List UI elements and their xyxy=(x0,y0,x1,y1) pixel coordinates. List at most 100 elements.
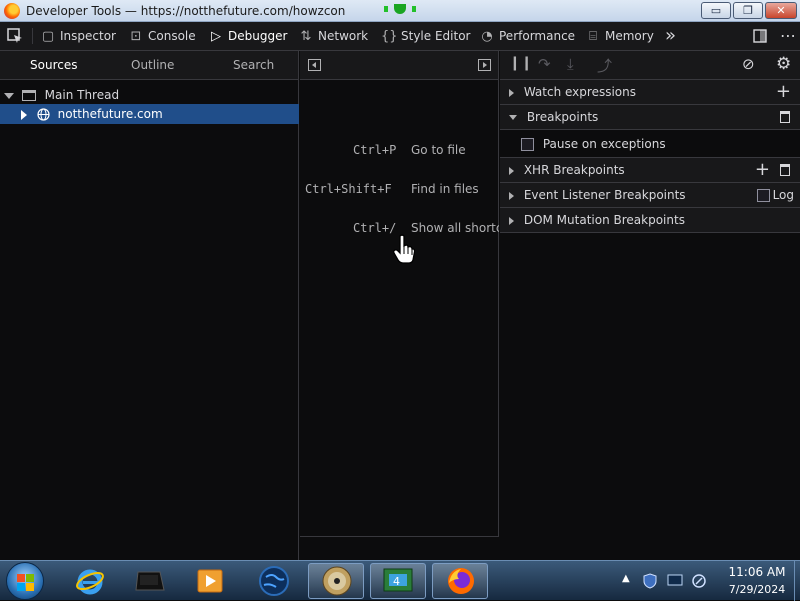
minimize-button[interactable]: ▭ xyxy=(701,2,731,19)
windows-logo-icon xyxy=(17,574,25,582)
tab-search[interactable]: Search xyxy=(233,51,274,79)
security-shield-icon[interactable] xyxy=(642,573,658,589)
tab-debugger[interactable]: ▷ Debugger xyxy=(208,22,287,50)
svg-text:4: 4 xyxy=(393,575,400,588)
disable-breakpoints-icon[interactable]: ⊘ xyxy=(742,55,755,73)
chevron-double-right-icon: » xyxy=(665,25,677,46)
step-over-icon[interactable]: ↷ xyxy=(538,55,551,73)
taskbar-firefox[interactable] xyxy=(432,563,488,599)
add-icon[interactable]: + xyxy=(755,158,770,182)
log-checkbox[interactable] xyxy=(757,189,770,202)
tab-outline[interactable]: Outline xyxy=(131,51,174,79)
sources-panel: Sources Outline Search Main Thread notth… xyxy=(0,51,299,560)
settings-gear-icon[interactable]: ⚙ xyxy=(776,54,791,74)
dvd-icon xyxy=(322,566,352,596)
taskbar-task-app[interactable]: 4 xyxy=(370,563,426,599)
tab-network[interactable]: ⇅ Network xyxy=(298,22,369,50)
event-listener-breakpoints-header[interactable]: Event Listener Breakpoints Log xyxy=(500,183,800,208)
task-app-icon: 4 xyxy=(383,568,413,592)
firefox-icon xyxy=(448,568,474,594)
tree-item-domain[interactable]: notthefuture.com xyxy=(0,104,299,124)
clock-date[interactable]: 7/29/2024 xyxy=(722,583,792,596)
element-picker-button[interactable] xyxy=(6,22,28,50)
tab-style-editor[interactable]: {} Style Editor xyxy=(381,22,470,50)
memory-icon: ⌸ xyxy=(589,29,597,44)
inspector-icon: ▢ xyxy=(41,29,55,44)
taskbar-media-device[interactable] xyxy=(122,563,178,599)
close-button[interactable]: ✕ xyxy=(765,2,797,19)
system-tray: ▲ 11:06 AM 7/29/2024 xyxy=(618,561,800,601)
taskbar-media-center[interactable] xyxy=(182,563,238,599)
step-in-icon[interactable]: ⤓ xyxy=(567,55,574,73)
tree-item-label: notthefuture.com xyxy=(57,107,163,121)
collapse-arrow-icon xyxy=(509,115,517,120)
dock-icon xyxy=(753,29,767,43)
windows-media-center-icon xyxy=(197,569,223,593)
tab-memory[interactable]: ⌸ Memory xyxy=(585,22,654,50)
globe-icon xyxy=(259,566,289,596)
shortcut-label[interactable]: Show all shortc xyxy=(411,221,499,235)
internet-explorer-icon xyxy=(76,569,104,595)
taskbar-globe-app[interactable] xyxy=(246,563,302,599)
add-icon[interactable]: + xyxy=(776,80,791,104)
firefox-logo-icon xyxy=(4,3,20,19)
console-icon: ⊡ xyxy=(130,29,142,44)
windows-taskbar: 4 ▲ 11:06 AM 7/29/2024 xyxy=(0,560,800,601)
toolbox-menu-button[interactable]: ⋯ xyxy=(780,22,796,50)
expand-arrow-icon xyxy=(4,92,14,99)
editor-panel: Ctrl+P Go to file Ctrl+Shift+F Find in f… xyxy=(300,51,499,560)
tab-inspector[interactable]: ▢ Inspector xyxy=(40,22,116,50)
clock-time[interactable]: 11:06 AM xyxy=(722,565,792,579)
tree-item-label: Main Thread xyxy=(44,88,120,102)
monitor-icon[interactable] xyxy=(667,574,683,588)
globe-icon xyxy=(37,108,50,121)
hand-pointer-cursor-icon xyxy=(393,234,415,264)
dom-mutation-breakpoints-header[interactable]: DOM Mutation Breakpoints xyxy=(500,208,800,233)
window-title: Developer Tools — https://notthefuture.c… xyxy=(26,4,346,18)
expand-arrow-icon xyxy=(509,88,514,97)
shortcut-label[interactable]: Go to file xyxy=(411,143,466,157)
start-button[interactable] xyxy=(6,562,44,600)
shortcut-label[interactable]: Find in files xyxy=(411,182,479,196)
dock-options-button[interactable] xyxy=(752,22,770,50)
trash-icon[interactable] xyxy=(780,164,790,176)
trash-icon[interactable] xyxy=(780,111,790,123)
more-options-icon: ⋯ xyxy=(780,26,796,45)
tab-performance[interactable]: ◔ Performance xyxy=(479,22,575,50)
breakpoints-header[interactable]: Breakpoints xyxy=(500,105,800,130)
pause-on-exceptions-checkbox[interactable] xyxy=(521,138,534,151)
show-hidden-icons-icon[interactable]: ▲ xyxy=(622,573,630,584)
tab-sources[interactable]: Sources xyxy=(30,51,77,79)
collapse-arrow-icon xyxy=(21,109,27,120)
tab-console[interactable]: ⊡ Console xyxy=(128,22,196,50)
toggle-sidebar-icon[interactable] xyxy=(478,59,491,71)
tree-item-main-thread[interactable]: Main Thread xyxy=(0,85,299,105)
shortcut-key: Ctrl+P xyxy=(353,143,397,157)
style-editor-icon: {} xyxy=(381,29,398,44)
performance-icon: ◔ xyxy=(481,29,493,44)
pause-icon[interactable]: ❙❙ xyxy=(509,55,532,71)
network-status-icon[interactable] xyxy=(691,573,707,589)
window-icon xyxy=(21,90,36,101)
devtools-toolbar: ▢ Inspector ⊡ Console ▷ Debugger ⇅ Network {… xyxy=(0,22,800,51)
taskbar-dvd-app[interactable] xyxy=(308,563,364,599)
media-player-icon xyxy=(135,571,165,591)
xhr-breakpoints-header[interactable]: XHR Breakpoints + xyxy=(500,158,800,183)
watch-expressions-header[interactable]: Watch expressions + xyxy=(500,80,800,105)
editor-footer xyxy=(300,536,499,560)
maximize-button[interactable]: ❐ xyxy=(733,2,763,19)
toggle-sources-pane-icon[interactable] xyxy=(308,59,321,71)
shortcut-key: Ctrl+/ xyxy=(353,221,397,235)
taskbar-internet-explorer[interactable] xyxy=(62,563,118,599)
sources-tab-bar: Sources Outline Search xyxy=(0,51,298,80)
editor-toolbar xyxy=(300,51,498,80)
step-out-icon[interactable]: ⤴ xyxy=(597,55,612,76)
shortcut-key: Ctrl+Shift+F xyxy=(305,182,392,196)
show-desktop-button[interactable] xyxy=(794,561,800,601)
log-label: Log xyxy=(772,188,794,202)
status-indicator-icon xyxy=(380,0,420,14)
debugger-command-bar: ❙❙ ↷ ⤓ ⤴ ⊘ ⚙ xyxy=(500,51,800,80)
debugger-sidebar: ❙❙ ↷ ⤓ ⤴ ⊘ ⚙ Watch expressions + Breakpo… xyxy=(500,51,800,560)
more-tabs-button[interactable]: » xyxy=(665,22,683,50)
expand-arrow-icon xyxy=(509,166,514,175)
